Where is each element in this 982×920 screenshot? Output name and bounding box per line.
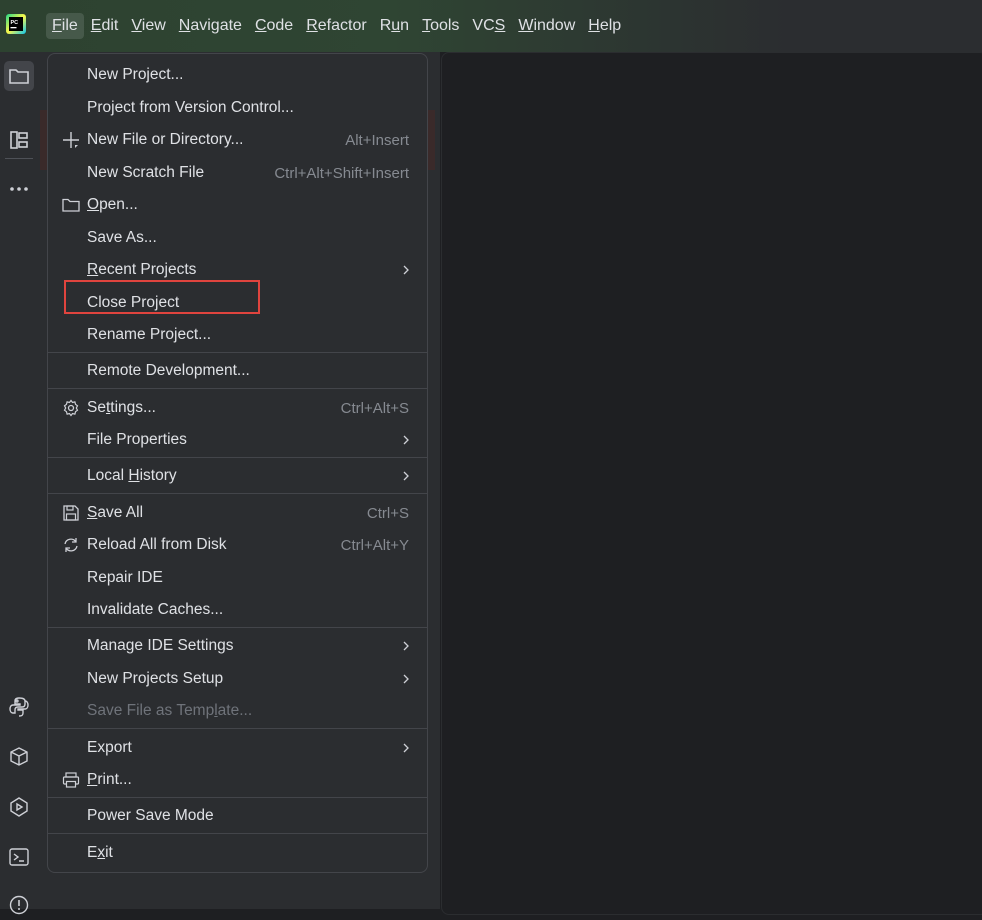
close-project-highlight-box xyxy=(64,280,260,314)
menu-divider xyxy=(48,833,427,834)
printer-icon xyxy=(62,772,80,788)
menu-run[interactable]: Run xyxy=(374,13,415,39)
menu-item-new-file-or-directory[interactable]: New File or Directory... Alt+Insert xyxy=(48,124,429,156)
plus-icon xyxy=(63,132,79,148)
packages-icon xyxy=(10,747,28,766)
svg-text:PC: PC xyxy=(11,20,19,26)
menu-code[interactable]: Code xyxy=(249,13,299,39)
menu-divider xyxy=(48,728,427,729)
menu-item-file-properties[interactable]: File Properties xyxy=(48,424,429,456)
menu-divider xyxy=(48,493,427,494)
chevron-right-icon xyxy=(403,743,409,753)
more-tools-button[interactable] xyxy=(4,174,34,204)
chevron-right-icon xyxy=(403,265,409,275)
menu-divider xyxy=(48,797,427,798)
menu-tools[interactable]: Tools xyxy=(416,13,465,39)
shortcut-label: Ctrl+Alt+Y xyxy=(340,536,409,554)
shortcut-label: Ctrl+Alt+Shift+Insert xyxy=(274,164,409,182)
services-button[interactable] xyxy=(4,792,34,822)
menu-item-save-as[interactable]: Save As... xyxy=(48,222,429,254)
menu-item-new-projects-setup[interactable]: New Projects Setup xyxy=(48,663,429,695)
project-tool-button[interactable] xyxy=(4,61,34,91)
more-icon xyxy=(10,187,28,191)
tool-separator xyxy=(5,158,33,159)
shortcut-label: Ctrl+Alt+S xyxy=(340,399,409,417)
python-packages-button[interactable] xyxy=(4,742,34,772)
menu-item-repair-ide[interactable]: Repair IDE xyxy=(48,562,429,594)
menu-item-export[interactable]: Export xyxy=(48,732,429,764)
menu-file[interactable]: File xyxy=(46,13,84,39)
menu-item-rename-project[interactable]: Rename Project... xyxy=(48,319,429,351)
menu-item-local-history[interactable]: Local History xyxy=(48,460,429,492)
menu-item-invalidate-caches[interactable]: Invalidate Caches... xyxy=(48,594,429,626)
menu-item-new-scratch-file[interactable]: New Scratch File Ctrl+Alt+Shift+Insert xyxy=(48,157,429,189)
editor-area[interactable] xyxy=(441,52,982,915)
menu-divider xyxy=(48,352,427,353)
title-bar: PC File Edit View Navigate Code Refactor… xyxy=(0,0,982,52)
services-icon xyxy=(10,797,28,817)
menu-divider xyxy=(48,388,427,389)
problems-button[interactable] xyxy=(4,890,34,920)
menu-item-project-from-vcs[interactable]: Project from Version Control... xyxy=(48,92,429,124)
structure-icon xyxy=(10,131,28,149)
chevron-right-icon xyxy=(403,471,409,481)
menu-refactor[interactable]: Refactor xyxy=(300,13,372,39)
shortcut-label: Alt+Insert xyxy=(345,131,409,149)
menu-window[interactable]: Window xyxy=(512,13,581,39)
menu-item-power-save-mode[interactable]: Power Save Mode xyxy=(48,800,429,832)
menu-divider xyxy=(48,457,427,458)
chevron-right-icon xyxy=(403,641,409,651)
file-menu-popup: New Project... Project from Version Cont… xyxy=(47,53,428,873)
menu-item-open[interactable]: Open... xyxy=(48,189,429,221)
python-icon xyxy=(9,697,29,717)
menu-item-remote-development[interactable]: Remote Development... xyxy=(48,355,429,387)
menu-bar: File Edit View Navigate Code Refactor Ru… xyxy=(46,0,628,52)
pycharm-logo-icon[interactable]: PC xyxy=(6,14,26,34)
menu-view[interactable]: View xyxy=(125,13,171,39)
menu-item-manage-ide-settings[interactable]: Manage IDE Settings xyxy=(48,630,429,662)
refresh-icon xyxy=(64,538,78,552)
save-icon xyxy=(63,505,79,521)
problems-icon xyxy=(9,895,29,915)
menu-item-exit[interactable]: Exit xyxy=(48,837,429,869)
menu-item-save-file-as-template: Save File as Template... xyxy=(87,702,253,719)
folder-icon xyxy=(62,198,80,212)
chevron-right-icon xyxy=(403,435,409,445)
menu-item-settings[interactable]: Settings... Ctrl+Alt+S xyxy=(48,392,429,424)
shortcut-label: Ctrl+S xyxy=(366,504,409,522)
structure-tool-button[interactable] xyxy=(4,125,34,155)
menu-help[interactable]: Help xyxy=(582,13,627,39)
menu-item-reload-all-from-disk[interactable]: Reload All from Disk Ctrl+Alt+Y xyxy=(48,529,429,561)
menu-item-new-project[interactable]: New Project... xyxy=(48,59,429,91)
python-console-button[interactable] xyxy=(4,692,34,722)
menu-divider xyxy=(48,627,427,628)
terminal-icon xyxy=(9,848,29,866)
menu-item-save-all[interactable]: Save All Ctrl+S xyxy=(48,497,429,529)
terminal-button[interactable] xyxy=(4,842,34,872)
tool-window-bar xyxy=(0,52,40,915)
menu-vcs[interactable]: VCS xyxy=(466,13,511,39)
menu-item-print[interactable]: Print... xyxy=(48,764,429,796)
chevron-right-icon xyxy=(403,674,409,684)
folder-icon xyxy=(9,69,29,84)
menu-navigate[interactable]: Navigate xyxy=(173,13,248,39)
gear-icon xyxy=(63,399,79,417)
menu-edit[interactable]: Edit xyxy=(85,13,125,39)
